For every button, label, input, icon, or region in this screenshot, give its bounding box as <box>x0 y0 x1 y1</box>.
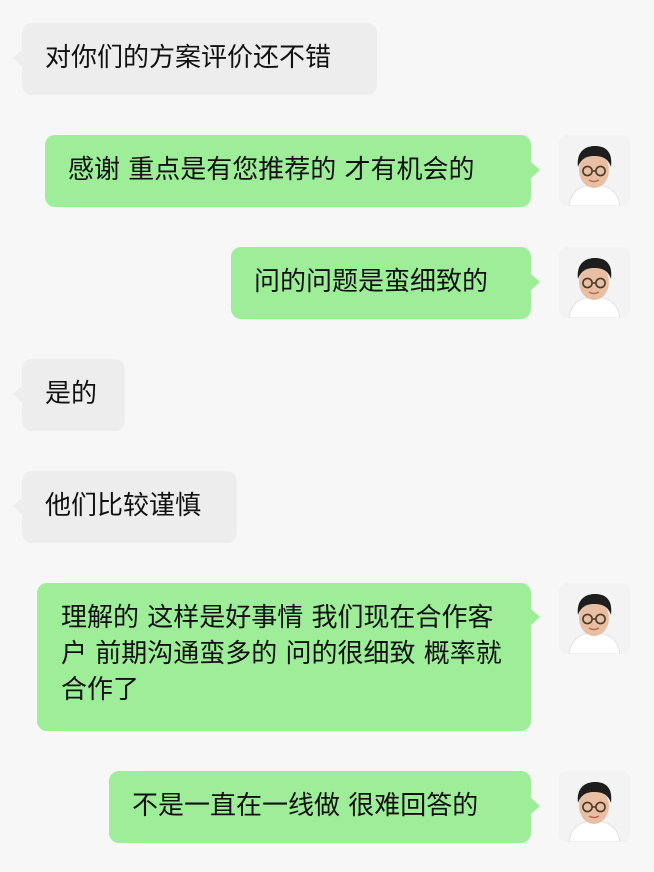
chat-thread: 对你们的方案评价还不错 感谢 重点是有您推荐的 才有机会的 问的问题是蛮细致的 <box>0 0 654 872</box>
avatar[interactable] <box>559 247 630 318</box>
message-bubble-incoming[interactable]: 对你们的方案评价还不错 <box>13 23 377 95</box>
message-bubble-outgoing[interactable]: 不是一直在一线做 很难回答的 <box>109 771 540 843</box>
message-bubble-outgoing[interactable]: 感谢 重点是有您推荐的 才有机会的 <box>45 135 540 207</box>
avatar[interactable] <box>559 135 630 206</box>
avatar[interactable] <box>559 771 630 842</box>
user-avatar-icon <box>559 771 630 842</box>
message-bubble-outgoing[interactable]: 问的问题是蛮细致的 <box>231 247 540 319</box>
message-bubble-outgoing[interactable]: 理解的 这样是好事情 我们现在合作客户 前期沟通蛮多的 问的很细致 概率就合作了 <box>37 583 540 731</box>
user-avatar-icon <box>559 247 630 318</box>
user-avatar-icon <box>559 583 630 654</box>
avatar[interactable] <box>559 583 630 654</box>
user-avatar-icon <box>559 135 630 206</box>
message-bubble-incoming[interactable]: 是的 <box>13 359 125 431</box>
message-bubble-incoming[interactable]: 他们比较谨慎 <box>13 471 237 543</box>
